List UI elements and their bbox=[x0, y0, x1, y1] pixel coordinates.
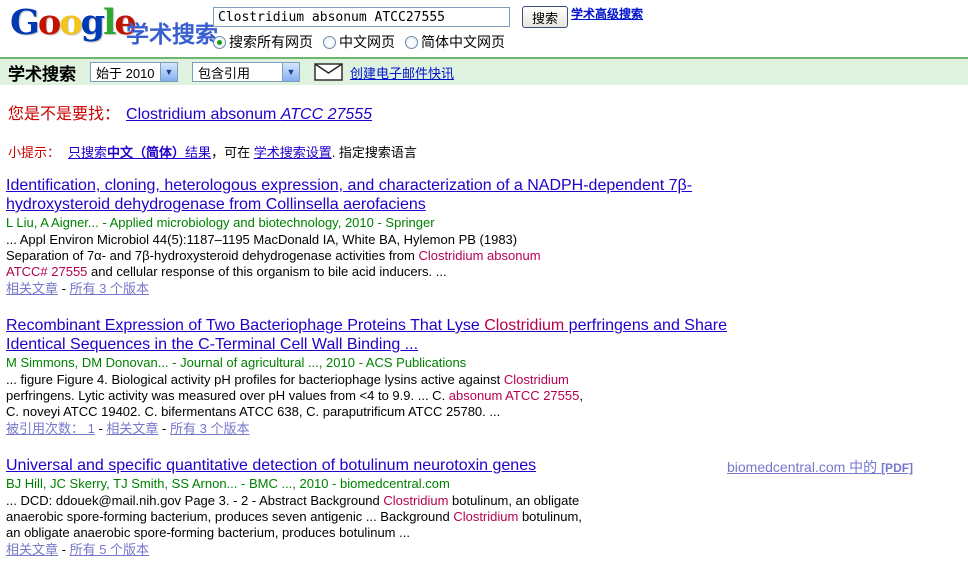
text-segment: Identical Sequences in the C-Terminal Ce… bbox=[6, 336, 419, 353]
logo-letter: g bbox=[80, 2, 106, 43]
advanced-search-link[interactable]: 学术高级搜索 bbox=[571, 5, 643, 22]
year-filter-value: 始于 2010 bbox=[96, 65, 155, 81]
radio-all-pages[interactable]: 搜索所有网页 bbox=[213, 32, 313, 52]
scholar-logo-text: 学术搜索 bbox=[126, 21, 218, 47]
text-segment: Identification, cloning, heterologous ex… bbox=[6, 177, 693, 194]
main-content: 您是不是要找： Clostridium absonum ATCC 27555 小提… bbox=[0, 85, 968, 577]
text-segment: perfringens. Lytic activity was measured… bbox=[6, 388, 449, 403]
result-title-link[interactable]: Recombinant Expression of Two Bacterioph… bbox=[6, 316, 727, 354]
sidelink-text: biomedcentral.com 中的 bbox=[727, 459, 882, 475]
result-footer-link[interactable]: 所有 5 个版本 bbox=[70, 542, 149, 557]
result-footer-link[interactable]: 相关文章 bbox=[6, 542, 58, 557]
result-footer: 相关文章 - 所有 5 个版本 bbox=[6, 542, 150, 557]
highlighted-term: Clostridium bbox=[453, 509, 519, 524]
tip-link-text: 只搜索 bbox=[68, 145, 108, 160]
search-input[interactable] bbox=[213, 7, 510, 27]
suggestion-text-italic: ATCC 27555 bbox=[280, 106, 373, 123]
header: Google 学术搜索 搜索 学术高级搜索 搜索所有网页 中文网页 简体中文网页 bbox=[0, 0, 968, 57]
highlighted-term: absonum ATCC 27555 bbox=[448, 388, 580, 403]
radio-label: 中文网页 bbox=[339, 34, 395, 50]
citation-filter-dropdown[interactable]: 包含引用 ▼ bbox=[192, 62, 300, 82]
did-you-mean-suggestion-link[interactable]: Clostridium absonum ATCC 27555 bbox=[126, 106, 372, 123]
text-segment: ... figure Figure 4. Biological activity… bbox=[6, 372, 504, 387]
search-scope-radios: 搜索所有网页 中文网页 简体中文网页 bbox=[213, 32, 515, 52]
suggestion-text: Clostridium absonum bbox=[126, 106, 281, 123]
chevron-down-icon[interactable]: ▼ bbox=[282, 63, 299, 81]
tip-label: 小提示： bbox=[8, 145, 61, 160]
result-footer-link[interactable]: 相关文章 bbox=[6, 281, 58, 296]
radio-icon[interactable] bbox=[323, 35, 336, 49]
result-footer-link[interactable]: 被引用次数： 1 bbox=[6, 421, 95, 436]
did-you-mean-label: 您是不是要找： bbox=[8, 106, 121, 123]
radio-simplified-chinese-pages[interactable]: 简体中文网页 bbox=[405, 32, 505, 52]
text-segment: and cellular response of this organism t… bbox=[87, 264, 447, 279]
toolbar-title: 学术搜索 bbox=[8, 64, 76, 84]
citation-filter-value: 包含引用 bbox=[198, 65, 251, 81]
result-title-link[interactable]: Universal and specific quantitative dete… bbox=[6, 456, 536, 475]
text-segment: anaerobic spore-forming bacterium, produ… bbox=[6, 509, 454, 524]
search-result: Recombinant Expression of Two Bacterioph… bbox=[6, 316, 751, 437]
search-result: Identification, cloning, heterologous ex… bbox=[6, 176, 751, 297]
result-authors: BJ Hill, JC Skerry, TJ Smith, SS Arnon..… bbox=[6, 476, 450, 491]
radio-icon[interactable] bbox=[405, 35, 418, 49]
tip-line: 小提示： 只搜索中文（简体）结果，可在 学术搜索设置. 指定搜索语言 bbox=[8, 142, 968, 161]
text-segment: ... DCD: ddouek@mail.nih.gov Page 3. - 2… bbox=[6, 493, 384, 508]
scholar-settings-link[interactable]: 学术搜索设置 bbox=[254, 145, 332, 160]
tip-link-text: 结果 bbox=[185, 145, 212, 160]
result-snippet: ... Appl Environ Microbiol 44(5):1187–11… bbox=[6, 232, 751, 280]
radio-selected-icon[interactable] bbox=[213, 35, 226, 49]
did-you-mean: 您是不是要找： Clostridium absonum ATCC 27555 bbox=[8, 100, 968, 124]
radio-chinese-pages[interactable]: 中文网页 bbox=[323, 32, 395, 52]
email-envelope-icon bbox=[314, 63, 343, 81]
result-snippet: ... DCD: ddouek@mail.nih.gov Page 3. - 2… bbox=[6, 493, 751, 541]
highlighted-term: Clostridium absonum bbox=[418, 248, 541, 263]
logo-letter: o bbox=[59, 2, 82, 43]
text-segment: Universal and specific quantitative dete… bbox=[6, 457, 537, 474]
logo-letter: o bbox=[37, 2, 61, 43]
text-segment: Separation of 7α- and 7β-hydroxysteroid … bbox=[6, 248, 419, 263]
text-segment: C. noveyi ATCC 19402. C. bifermentans AT… bbox=[6, 404, 501, 419]
scholar-toolbar: 学术搜索 始于 2010 ▼ 包含引用 ▼ 创建电子邮件快讯 bbox=[0, 57, 968, 85]
radio-label: 简体中文网页 bbox=[421, 34, 505, 50]
text-segment: hydroxysteroid dehydrogenase from Collin… bbox=[6, 196, 426, 213]
search-result: Universal and specific quantitative dete… bbox=[6, 456, 913, 558]
result-footer: 被引用次数： 1 - 相关文章 - 所有 3 个版本 bbox=[6, 421, 250, 436]
year-filter-dropdown[interactable]: 始于 2010 ▼ bbox=[90, 62, 178, 82]
logo-letter: G bbox=[10, 2, 40, 43]
results: Identification, cloning, heterologous ex… bbox=[6, 176, 913, 558]
text-segment: perfringens and Share bbox=[564, 317, 727, 334]
text-segment: Recombinant Expression of Two Bacterioph… bbox=[6, 317, 485, 334]
highlighted-term: Clostridium bbox=[383, 493, 449, 508]
result-snippet: ... figure Figure 4. Biological activity… bbox=[6, 372, 751, 420]
result-authors: L Liu, A Aigner... - Applied microbiolog… bbox=[6, 215, 435, 230]
result-authors: M Simmons, DM Donovan... - Journal of ag… bbox=[6, 355, 467, 370]
highlighted-term: Clostridium bbox=[503, 372, 569, 387]
result-footer-link[interactable]: 所有 3 个版本 bbox=[170, 421, 249, 436]
result-title-link[interactable]: Identification, cloning, heterologous ex… bbox=[6, 176, 692, 214]
google-logo: Google bbox=[10, 2, 137, 43]
search-button[interactable]: 搜索 bbox=[522, 6, 569, 28]
highlighted-term: Clostridium bbox=[484, 317, 565, 334]
result-footer: 相关文章 - 所有 3 个版本 bbox=[6, 281, 150, 296]
chevron-down-icon[interactable]: ▼ bbox=[160, 63, 177, 81]
result-footer-link[interactable]: 所有 3 个版本 bbox=[70, 281, 149, 296]
text-segment: an obligate anaerobic spore-forming bact… bbox=[6, 525, 410, 540]
logo-letter: l bbox=[103, 2, 116, 43]
create-email-alert-link[interactable]: 创建电子邮件快讯 bbox=[350, 63, 454, 82]
tip-link-text-bold: 中文（简体） bbox=[107, 145, 186, 160]
highlighted-term: ATCC# 27555 bbox=[6, 264, 88, 279]
result-footer-link[interactable]: 相关文章 bbox=[106, 421, 158, 436]
text-segment: ... Appl Environ Microbiol 44(5):1187–11… bbox=[6, 232, 518, 247]
text-segment: , bbox=[579, 388, 583, 403]
text-segment: botulinum, bbox=[518, 509, 582, 524]
tip-post-text: . 指定搜索语言 bbox=[331, 145, 417, 160]
result-pdf-sidelink[interactable]: biomedcentral.com 中的 [PDF] bbox=[727, 457, 913, 477]
text-segment: botulinum, an obligate bbox=[448, 493, 580, 508]
chinese-only-results-link[interactable]: 只搜索中文（简体）结果 bbox=[68, 145, 211, 160]
radio-label: 搜索所有网页 bbox=[229, 34, 313, 50]
pdf-badge: [PDF] bbox=[881, 461, 914, 475]
tip-mid-text: ，可在 bbox=[211, 145, 254, 160]
